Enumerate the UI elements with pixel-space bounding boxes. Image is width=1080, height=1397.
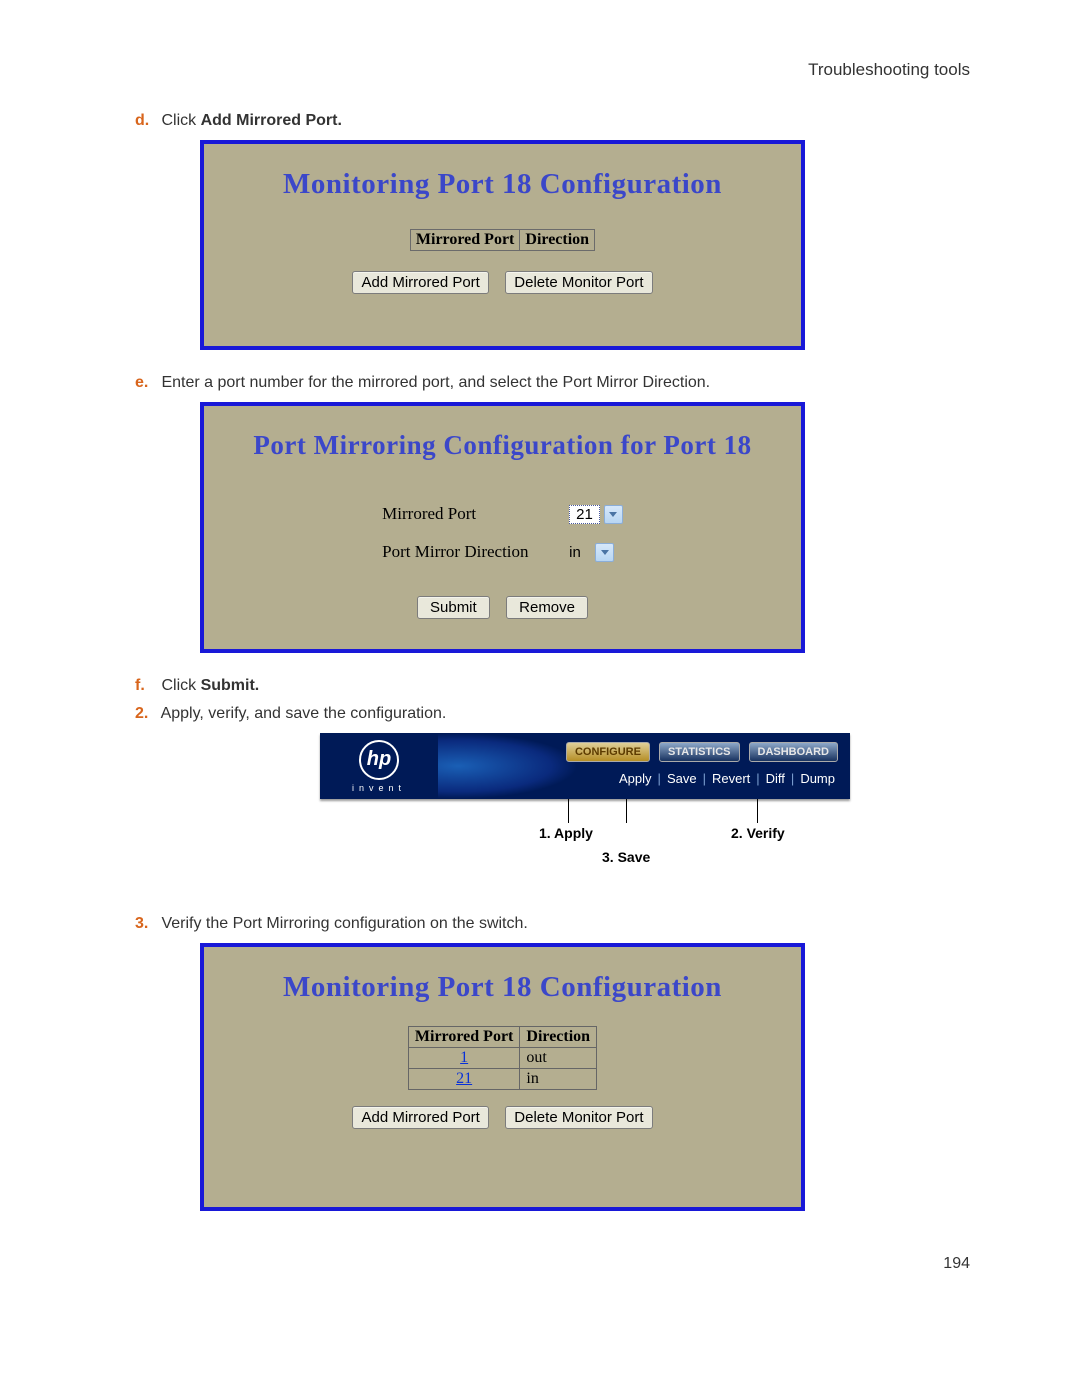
mirrored-port-label: Mirrored Port: [370, 496, 555, 532]
sublink-apply[interactable]: Apply: [616, 771, 655, 786]
panel-b-title: Port Mirroring Configuration for Port 18: [204, 430, 801, 461]
anno-save: 3. Save: [602, 849, 650, 865]
step-f-marker: f.: [135, 677, 157, 695]
port-mirror-direction-value: in: [569, 544, 591, 561]
step-e-marker: e.: [135, 374, 157, 392]
mirrored-port-dropdown[interactable]: 21: [569, 505, 623, 524]
step-e: e. Enter a port number for the mirrored …: [125, 374, 970, 392]
step-d: d. Click Add Mirrored Port.: [125, 112, 970, 130]
port-link[interactable]: 21: [415, 1070, 513, 1088]
step-2-text: Apply, verify, and save the configuratio…: [161, 705, 447, 722]
step-f-prefix: Click: [161, 677, 200, 694]
sublink-revert[interactable]: Revert: [709, 771, 753, 786]
panel-a-title: Monitoring Port 18 Configuration: [204, 168, 801, 201]
step-3-text: Verify the Port Mirroring configuration …: [161, 915, 527, 932]
mirrored-port-value: 21: [569, 505, 600, 524]
step-d-prefix: Click: [161, 112, 200, 129]
chevron-down-icon: [595, 543, 614, 562]
hp-toolbar: hp invent CONFIGURE STATISTICS DASHBOARD…: [320, 733, 850, 899]
sublink-save[interactable]: Save: [664, 771, 700, 786]
hp-invent-text: invent: [352, 783, 406, 793]
chevron-down-icon: [604, 505, 623, 524]
panel-b-form: Mirrored Port 21 Port Mirror Direction i…: [368, 494, 637, 572]
panel-port-mirror-config: Port Mirroring Configuration for Port 18…: [200, 402, 805, 653]
step-d-bold: Add Mirrored Port.: [201, 112, 342, 129]
table-row: 1 out: [408, 1048, 596, 1069]
remove-button[interactable]: Remove: [506, 596, 588, 619]
delete-monitor-port-button[interactable]: Delete Monitor Port: [505, 1106, 652, 1129]
page-number: 194: [125, 1255, 970, 1273]
sublink-diff[interactable]: Diff: [763, 771, 788, 786]
add-mirrored-port-button[interactable]: Add Mirrored Port: [352, 271, 488, 294]
tab-configure[interactable]: CONFIGURE: [566, 742, 650, 762]
sublink-dump[interactable]: Dump: [797, 771, 838, 786]
step-f: f. Click Submit.: [125, 677, 970, 695]
direction-cell: in: [520, 1069, 597, 1090]
panel-a-header-table: Mirrored Port Direction: [410, 229, 595, 251]
step-3-marker: 3.: [135, 915, 157, 933]
tab-statistics[interactable]: STATISTICS: [659, 742, 740, 762]
step-e-text: Enter a port number for the mirrored por…: [161, 374, 710, 391]
port-mirror-direction-dropdown[interactable]: in: [569, 543, 614, 562]
hp-logo-icon: hp: [359, 740, 399, 780]
panel-c-h2: Direction: [520, 1027, 597, 1048]
step-3: 3. Verify the Port Mirroring configurati…: [125, 915, 970, 933]
panel-c-title: Monitoring Port 18 Configuration: [204, 971, 801, 1004]
step-2-marker: 2.: [135, 705, 157, 723]
hp-logo: hp invent: [320, 733, 438, 799]
direction-cell: out: [520, 1048, 597, 1069]
tab-dashboard[interactable]: DASHBOARD: [749, 742, 839, 762]
step-f-bold: Submit.: [201, 677, 260, 694]
panel-a-col1: Mirrored Port: [410, 230, 519, 251]
panel-monitoring-config-a: Monitoring Port 18 Configuration Mirrore…: [200, 140, 805, 350]
submit-button[interactable]: Submit: [417, 596, 490, 619]
delete-monitor-port-button[interactable]: Delete Monitor Port: [505, 271, 652, 294]
anno-apply: 1. Apply: [539, 825, 593, 841]
panel-c-h1: Mirrored Port: [408, 1027, 519, 1048]
page-topic: Troubleshooting tools: [125, 60, 970, 80]
panel-monitoring-config-c: Monitoring Port 18 Configuration Mirrore…: [200, 943, 805, 1211]
table-row: 21 in: [408, 1069, 596, 1090]
panel-c-table: Mirrored Port Direction 1 out 21 in: [408, 1026, 597, 1090]
port-link[interactable]: 1: [415, 1049, 513, 1067]
anno-verify: 2. Verify: [731, 825, 785, 841]
add-mirrored-port-button[interactable]: Add Mirrored Port: [352, 1106, 488, 1129]
step-2: 2. Apply, verify, and save the configura…: [125, 705, 970, 723]
step-d-marker: d.: [135, 112, 157, 130]
panel-a-col2: Direction: [520, 230, 595, 251]
port-mirror-direction-label: Port Mirror Direction: [370, 534, 555, 570]
